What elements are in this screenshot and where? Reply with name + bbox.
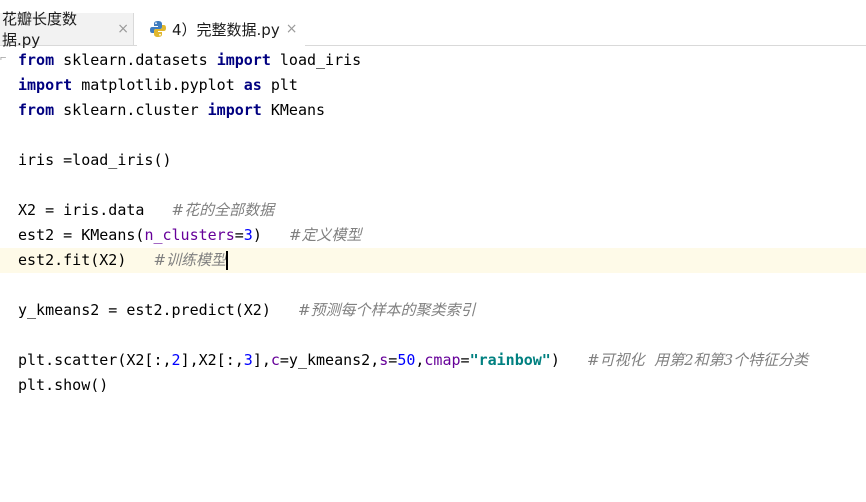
python-file-icon [149,20,167,38]
code-text: = [460,351,470,369]
tab-bar-top-strip [0,0,866,13]
code-comment: #定义模型 [288,226,362,244]
code-editor[interactable]: ⌐ from sklearn.datasets import load_iris… [0,46,866,502]
text-caret [226,251,229,270]
code-line-1: from sklearn.datasets import load_iris [18,48,361,73]
code-text: matplotlib.pyplot [72,76,244,94]
code-line-9: est2.fit(X2) #训练模型 [18,248,229,273]
code-text: load_iris [270,51,362,69]
number-literal: 3 [243,351,253,369]
tab-label: 花瓣长度数据.py [2,10,78,49]
keyword: import [216,51,271,69]
code-text: est2 = KMeans( [18,226,145,244]
code-text: plt.scatter(X2[:, [18,351,172,369]
close-icon[interactable]: × [117,21,129,37]
fold-marker-icon[interactable]: ⌐ [0,52,14,64]
code-text: ],X2[:, [180,351,244,369]
code-comment: #训练模型 [153,251,227,269]
editor-tab-bar: 花瓣长度数据.py × 4）完整数据.py × [0,0,866,49]
code-line-13: plt.scatter(X2[:,2],X2[:,3],c=y_kmeans2,… [18,348,808,373]
keyword: from [18,101,55,119]
code-text: ], [252,351,271,369]
code-line-11: y_kmeans2 = est2.predict(X2) #预测每个样本的聚类索… [18,298,476,323]
code-text: KMeans [261,101,326,119]
code-text: X2 = iris.data [18,201,172,219]
code-text: sklearn.datasets [54,51,217,69]
close-icon[interactable]: × [286,21,298,37]
code-comment: #花的全部数据 [171,201,275,219]
code-text: ) [252,226,289,244]
keyword: as [243,76,262,94]
named-argument: s [379,351,389,369]
tab-label: 4）完整数据.py [172,20,280,39]
tab-petal-length-data[interactable]: 花瓣长度数据.py × [0,10,134,49]
keyword: from [18,51,55,69]
code-text: sklearn.cluster [54,101,208,119]
code-line-7: X2 = iris.data #花的全部数据 [18,198,274,223]
code-line-3: from sklearn.cluster import KMeans [18,98,325,123]
number-literal: 50 [397,351,416,369]
code-text: = [388,351,398,369]
code-text: ) [550,351,587,369]
code-line-5: iris =load_iris() [18,148,172,173]
code-text: y_kmeans2 = est2.predict(X2) [18,301,298,319]
code-text: iris =load_iris() [18,151,172,169]
string-literal: "rainbow" [469,351,551,369]
code-text: est2.fit(X2) [18,251,154,269]
keyword: import [207,101,262,119]
code-comment: #可视化 用第2和第3个特征分类 [586,351,809,369]
named-argument: n_clusters [144,226,235,244]
named-argument: c [270,351,280,369]
code-line-8: est2 = KMeans(n_clusters=3) #定义模型 [18,223,362,248]
tab-complete-data[interactable]: 4）完整数据.py × [137,13,305,46]
code-line-14: plt.show() [18,373,108,398]
number-literal: 2 [171,351,181,369]
code-line-2: import matplotlib.pyplot as plt [18,73,298,98]
number-literal: 3 [243,226,253,244]
named-argument: cmap [424,351,461,369]
code-text: plt [261,76,298,94]
keyword: import [18,76,73,94]
code-text: = [234,226,244,244]
code-text: plt.show() [18,376,109,394]
code-comment: #预测每个样本的聚类索引 [297,301,476,319]
code-text: =y_kmeans2, [279,351,380,369]
